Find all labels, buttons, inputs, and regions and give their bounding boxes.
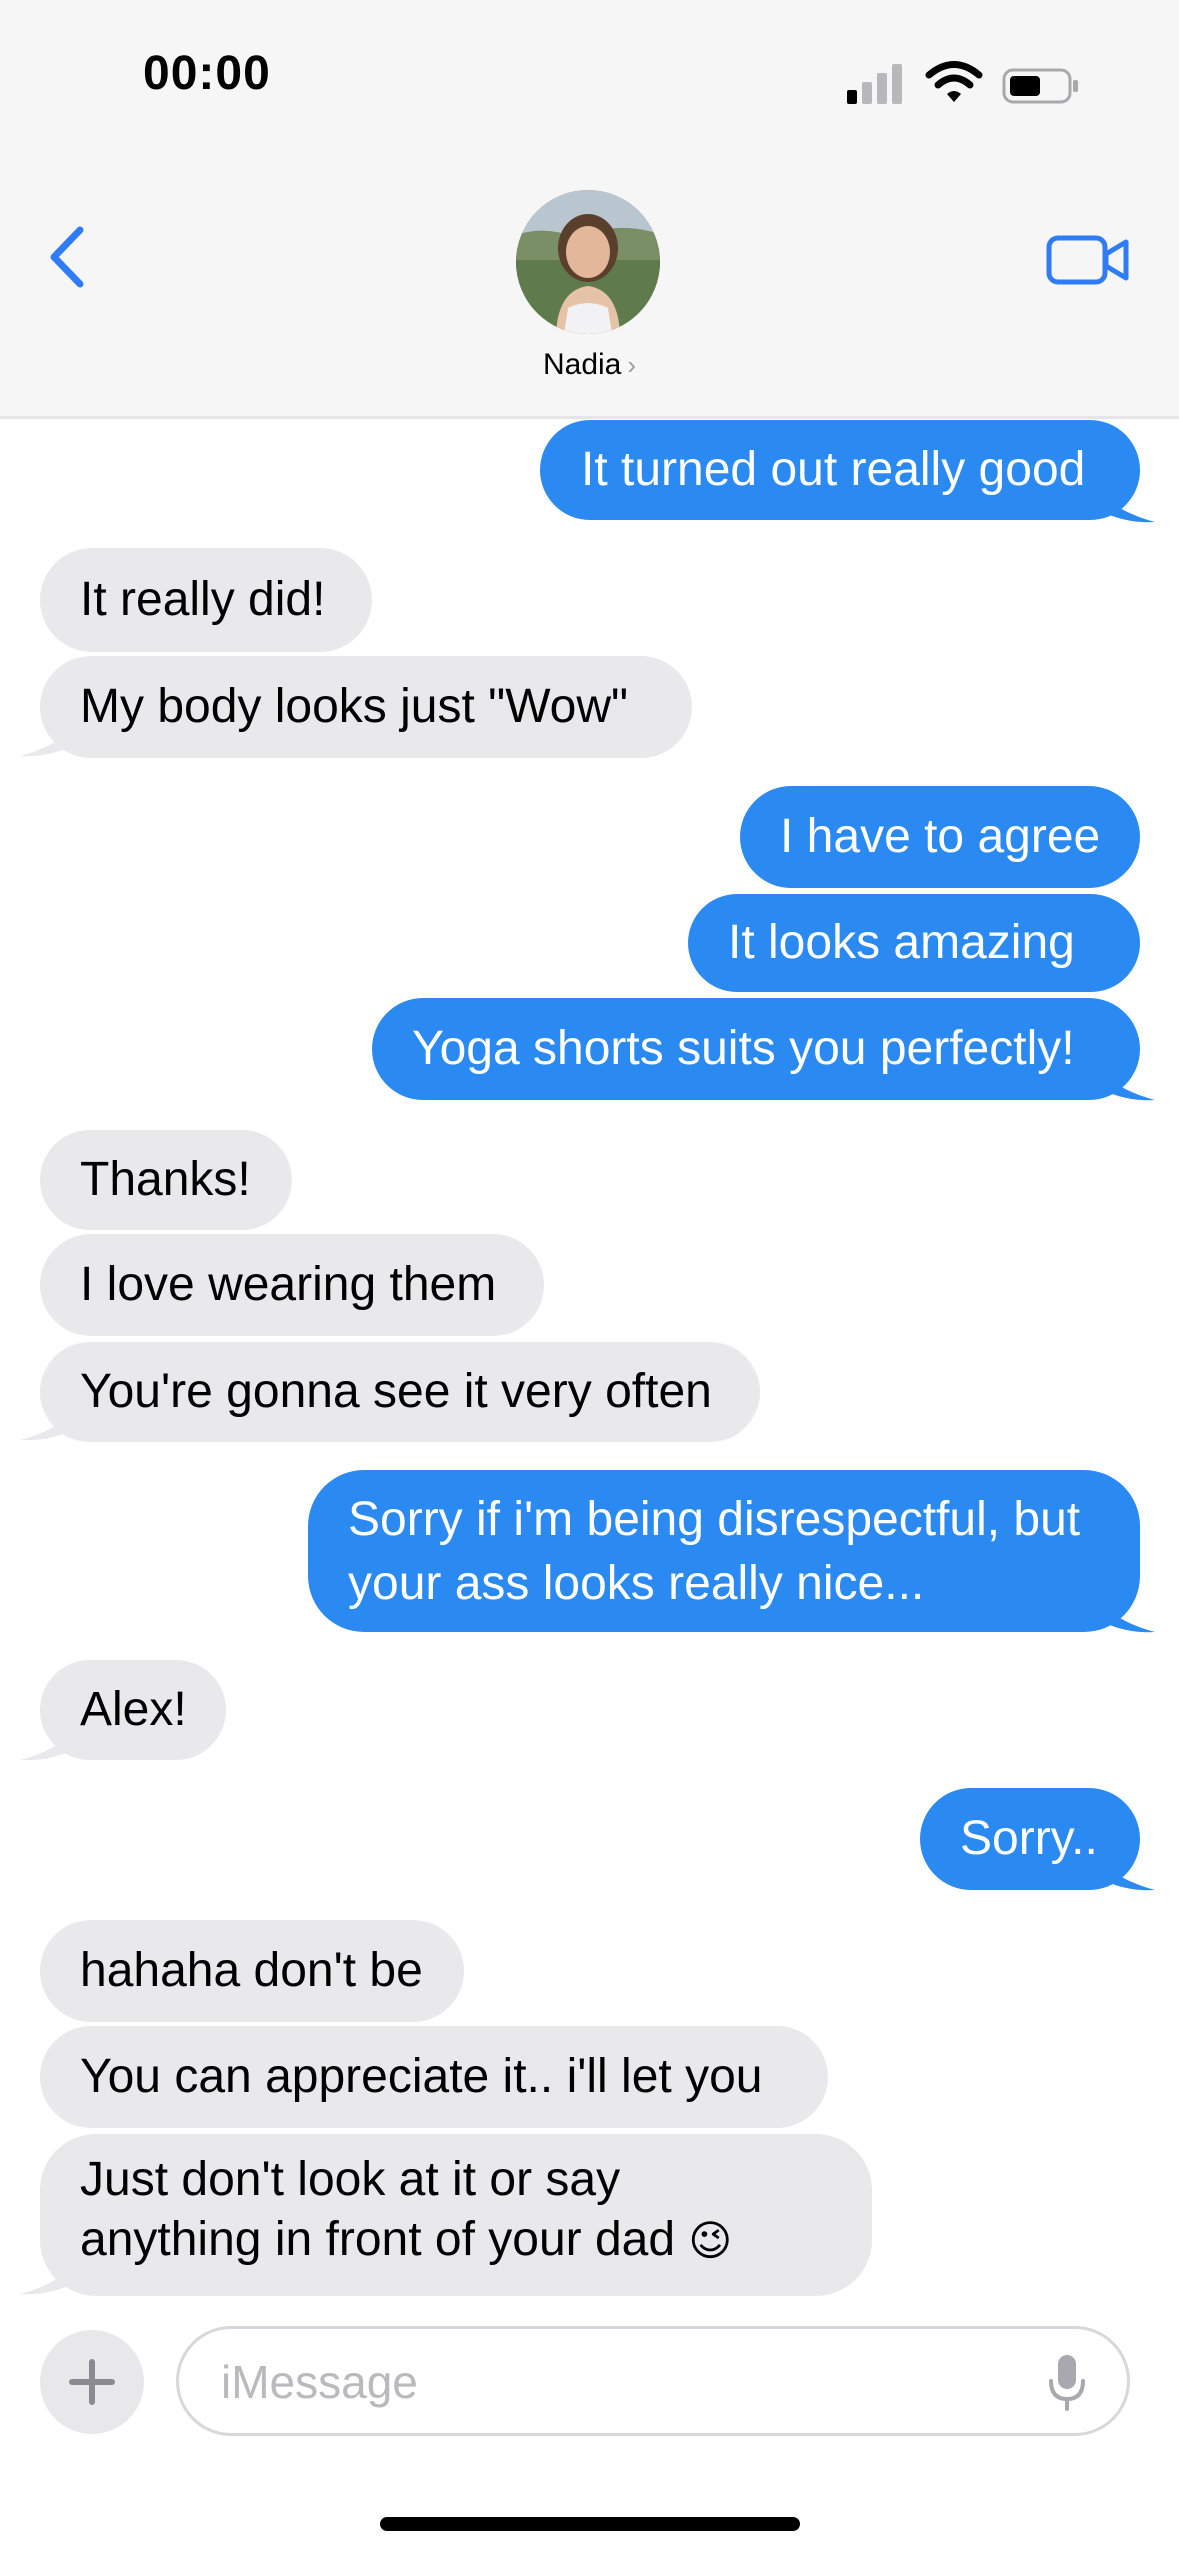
message-text: You're gonna see it very often bbox=[80, 1365, 712, 1418]
bubble-tail bbox=[20, 1396, 80, 1441]
message-text: It looks amazing bbox=[728, 916, 1075, 969]
winking-face-emoji: 😉 bbox=[688, 2216, 733, 2265]
message-text-line: Sorry if i'm being disrespectful, but bbox=[348, 1493, 1081, 1546]
microphone-icon[interactable] bbox=[1047, 2353, 1087, 2413]
message-text: I have to agree bbox=[780, 810, 1101, 863]
message-text-line: your ass looks really nice... bbox=[348, 1557, 925, 1610]
bubble-tail bbox=[20, 2250, 80, 2295]
message-text: Thanks! bbox=[80, 1153, 251, 1206]
video-camera-icon[interactable] bbox=[1046, 232, 1130, 288]
chevron-right-icon: › bbox=[627, 350, 637, 380]
message-bubble-outgoing[interactable]: Yoga shorts suits you perfectly! bbox=[372, 998, 1140, 1100]
contact-name-label[interactable]: Nadia bbox=[543, 348, 621, 381]
wifi-icon bbox=[925, 61, 983, 102]
contact-avatar[interactable] bbox=[516, 190, 660, 334]
plus-icon bbox=[69, 2359, 115, 2405]
message-text: Yoga shorts suits you perfectly! bbox=[412, 1022, 1075, 1075]
message-bubble-outgoing[interactable]: I have to agree bbox=[740, 786, 1140, 888]
message-bubble-incoming[interactable]: Thanks! bbox=[40, 1130, 292, 1230]
message-text-line: Just don't look at it or say bbox=[80, 2153, 621, 2206]
battery-icon bbox=[1002, 68, 1078, 104]
message-text: Alex! bbox=[80, 1683, 187, 1736]
contact-name[interactable]: Nadia › bbox=[0, 348, 1179, 382]
bubble-tail bbox=[20, 1716, 80, 1761]
back-chevron-icon[interactable] bbox=[44, 222, 94, 292]
message-text: I love wearing them bbox=[80, 1258, 497, 1311]
home-indicator[interactable] bbox=[380, 2517, 800, 2531]
signal-icon bbox=[847, 64, 902, 104]
navigation-header: 00:00 Nadia › bbox=[0, 0, 1179, 419]
message-bubble-incoming[interactable]: Just don't look at it or say anything in… bbox=[40, 2134, 872, 2296]
message-bubble-incoming[interactable]: It really did! bbox=[40, 548, 372, 652]
message-text: It really did! bbox=[80, 573, 326, 626]
bubble-tail bbox=[1095, 1846, 1155, 1891]
message-text: My body looks just "Wow" bbox=[80, 680, 629, 733]
message-bubble-incoming[interactable]: hahaha don't be bbox=[40, 1920, 464, 2022]
bubble-tail bbox=[1095, 1056, 1155, 1101]
message-text-line-with-emoji: anything in front of your dad 😉 bbox=[80, 2210, 832, 2271]
message-input[interactable]: iMessage bbox=[176, 2326, 1130, 2436]
avatar-photo bbox=[516, 190, 660, 334]
bubble-tail bbox=[20, 712, 80, 757]
bubble-tail bbox=[1095, 478, 1155, 523]
message-bubble-outgoing[interactable]: Sorry if i'm being disrespectful, but yo… bbox=[308, 1470, 1140, 1632]
message-bubble-outgoing[interactable]: It looks amazing bbox=[688, 894, 1140, 992]
message-text: You can appreciate it.. i'll let you bbox=[80, 2050, 763, 2103]
message-text: hahaha don't be bbox=[80, 1944, 423, 1997]
message-bubble-outgoing[interactable]: It turned out really good bbox=[540, 420, 1140, 520]
message-input-placeholder: iMessage bbox=[221, 2356, 418, 2408]
status-time: 00:00 bbox=[143, 47, 271, 100]
message-text-line: anything in front of your dad bbox=[80, 2213, 676, 2266]
message-text: It turned out really good bbox=[581, 443, 1086, 496]
apps-plus-button[interactable] bbox=[40, 2330, 144, 2434]
message-bubble-incoming[interactable]: I love wearing them bbox=[40, 1234, 544, 1336]
bubble-tail bbox=[1095, 1588, 1155, 1633]
message-bubble-incoming[interactable]: You're gonna see it very often bbox=[40, 1342, 760, 1442]
message-bubble-incoming[interactable]: You can appreciate it.. i'll let you bbox=[40, 2026, 828, 2128]
message-text: Sorry.. bbox=[960, 1812, 1098, 1865]
message-bubble-incoming[interactable]: My body looks just "Wow" bbox=[40, 656, 692, 758]
